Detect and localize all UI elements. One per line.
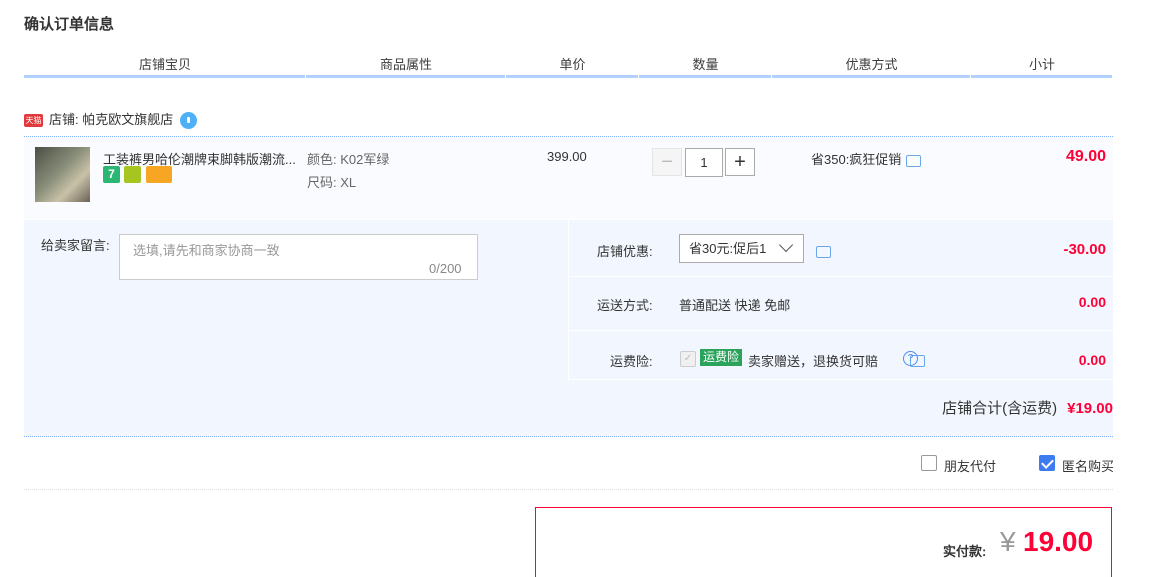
payment-currency: ¥: [1000, 526, 1016, 557]
shipping-label: 运送方式:: [597, 298, 653, 313]
shop-total-label: 店铺合计(含运费): [942, 400, 1058, 417]
comment-icon[interactable]: [816, 245, 831, 258]
item-promotion: 省350:疯狂促销: [811, 149, 922, 168]
seven-day-return-icon: 7: [103, 166, 120, 183]
header-subtotal: 小计: [971, 54, 1113, 78]
service-bag-icon: [124, 166, 141, 183]
comment-icon[interactable]: [906, 154, 922, 167]
seller-message-placeholder: 选填,请先和商家协商一致: [133, 243, 280, 258]
shipping-method: 普通配送 快递 免邮: [679, 298, 791, 313]
row-divider: [569, 276, 1113, 277]
anonymous-label[interactable]: 匿名购买: [1062, 456, 1114, 475]
insurance-checkbox: ✓: [680, 351, 696, 367]
anonymous-checkbox[interactable]: [1039, 455, 1055, 471]
insurance-description: 卖家赠送，退换货可赔: [748, 354, 879, 369]
shop-name[interactable]: 店铺: 帕克欧文旗舰店: [49, 112, 173, 127]
product-size: 尺码: XL: [307, 175, 357, 190]
header-attributes: 商品属性: [306, 54, 506, 78]
shop-discount-label: 店铺优惠:: [597, 244, 653, 259]
row-divider: [569, 379, 1113, 380]
header-shop-items: 店铺宝贝: [24, 54, 306, 78]
header-quantity: 数量: [639, 54, 772, 78]
panel-divider: [568, 220, 569, 380]
item-subtotal: 49.00: [1065, 148, 1106, 165]
friend-pay-label[interactable]: 朋友代付: [944, 456, 996, 475]
promotion-text: 省350:疯狂促销: [811, 152, 902, 167]
seller-message-label: 给卖家留言:: [41, 238, 110, 253]
insurance-amount: 0.00: [1078, 352, 1106, 368]
row-divider: [569, 330, 1113, 331]
shop-discount-amount: -30.00: [1063, 241, 1106, 258]
message-char-counter: 0/200: [429, 261, 462, 276]
wangwang-chat-icon[interactable]: [180, 112, 198, 130]
friend-pay-checkbox[interactable]: [921, 455, 937, 471]
payment-amount: 19.00: [1023, 526, 1094, 557]
header-discount: 优惠方式: [772, 54, 971, 78]
insurance-label: 运费险:: [610, 354, 653, 369]
quantity-input[interactable]: 1: [685, 148, 723, 177]
page-title: 确认订单信息: [24, 16, 115, 33]
product-color: 颜色: K02军绿: [307, 152, 390, 167]
quantity-decrease-button[interactable]: −: [652, 148, 682, 176]
shop-total: 店铺合计(含运费) ¥19.00: [942, 397, 1113, 418]
payment-label: 实付款:: [943, 544, 987, 559]
product-thumbnail[interactable]: [35, 147, 90, 202]
insurance-tag: 运费险: [700, 349, 743, 366]
section-divider: [24, 489, 1113, 490]
shipping-amount: 0.00: [1078, 294, 1106, 310]
shop-total-value: ¥19.00: [1067, 400, 1113, 417]
help-icon[interactable]: ?: [903, 351, 918, 366]
quantity-increase-button[interactable]: +: [725, 148, 755, 176]
tmall-icon: 天猫: [24, 114, 43, 128]
order-table-header: 店铺宝贝 商品属性 单价 数量 优惠方式 小计: [24, 54, 1113, 78]
credit-card-icon: [146, 166, 172, 183]
header-unit-price: 单价: [506, 54, 639, 78]
unit-price: 399.00: [547, 149, 587, 164]
shop-info: 天猫 店铺: 帕克欧文旗舰店: [24, 111, 198, 130]
